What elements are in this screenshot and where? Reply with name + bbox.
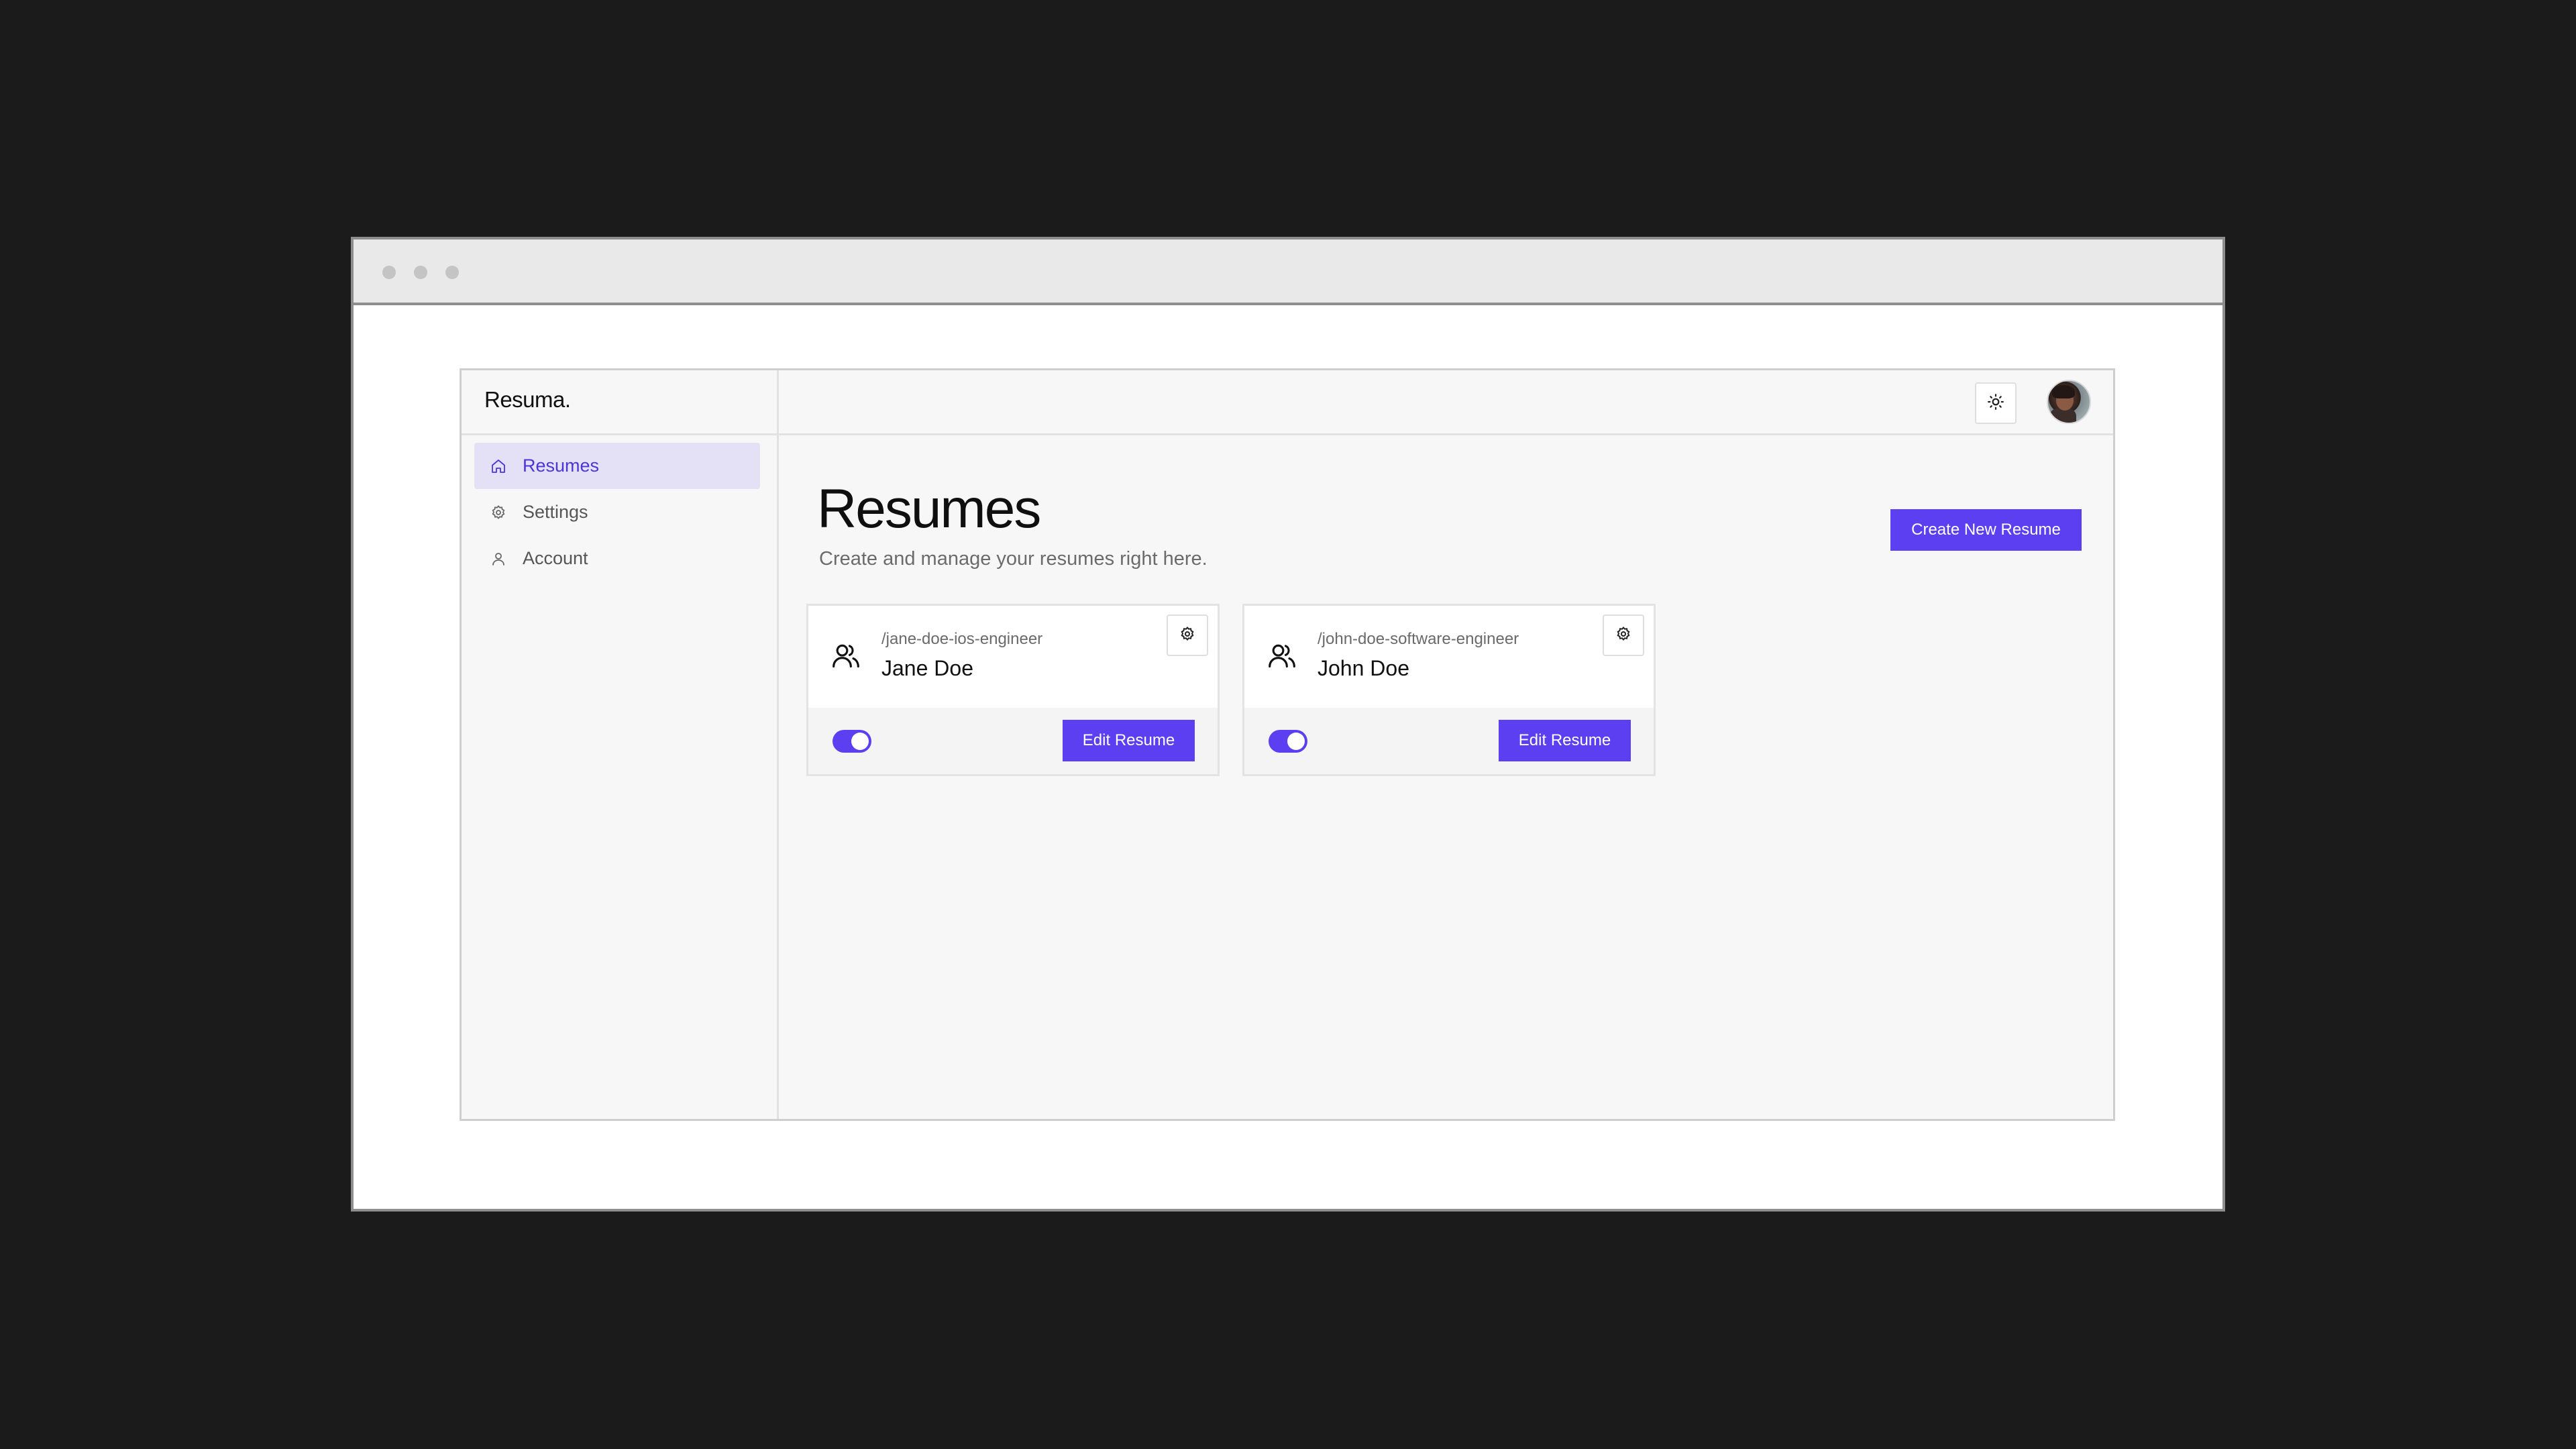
app-logo[interactable]: Resuma.	[484, 387, 571, 413]
users-icon	[1267, 641, 1297, 670]
sidebar-nav: Resumes Settings Account	[474, 443, 760, 582]
resume-slug[interactable]: /john-doe-software-engineer	[1318, 630, 1519, 649]
sidebar-item-label: Settings	[523, 502, 588, 522]
edit-resume-button[interactable]: Edit Resume	[1499, 720, 1631, 761]
resume-slug[interactable]: /jane-doe-ios-engineer	[881, 630, 1042, 649]
resume-card: /jane-doe-ios-engineer Jane Doe Edit Res…	[806, 604, 1220, 776]
resume-name: John Doe	[1318, 656, 1409, 680]
create-resume-button[interactable]: Create New Resume	[1890, 509, 2082, 551]
card-settings-button[interactable]	[1167, 614, 1208, 656]
sidebar: Resuma. Resumes Settings Account	[462, 370, 779, 1119]
card-settings-button[interactable]	[1603, 614, 1644, 656]
card-footer: Edit Resume	[808, 708, 1218, 774]
theme-toggle-button[interactable]	[1975, 382, 2017, 424]
page-title: Resumes	[817, 478, 1041, 539]
publish-toggle[interactable]	[1269, 730, 1307, 753]
sidebar-divider	[462, 433, 777, 435]
avatar[interactable]	[2047, 380, 2091, 424]
window-dot-maximize[interactable]	[445, 266, 459, 279]
sidebar-item-settings[interactable]: Settings	[474, 489, 760, 535]
gear-icon	[1615, 626, 1631, 645]
page-subtitle: Create and manage your resumes right her…	[819, 548, 1208, 570]
publish-toggle[interactable]	[833, 730, 871, 753]
browser-titlebar	[354, 239, 2222, 305]
app-frame: Resuma. Resumes Settings Account Resumes…	[460, 368, 2115, 1121]
card-header: /john-doe-software-engineer John Doe	[1244, 606, 1654, 710]
card-header: /jane-doe-ios-engineer Jane Doe	[808, 606, 1218, 710]
user-icon	[489, 549, 508, 568]
toggle-knob	[1287, 733, 1305, 750]
edit-resume-button[interactable]: Edit Resume	[1063, 720, 1195, 761]
sidebar-item-label: Account	[523, 548, 588, 568]
sidebar-item-account[interactable]: Account	[474, 535, 760, 582]
home-icon	[489, 457, 508, 476]
toggle-knob	[851, 733, 869, 750]
card-footer: Edit Resume	[1244, 708, 1654, 774]
resume-card: /john-doe-software-engineer John Doe Edi…	[1242, 604, 1656, 776]
window-dot-minimize[interactable]	[414, 266, 427, 279]
gear-icon	[1179, 626, 1195, 645]
sun-icon	[1987, 393, 2004, 414]
gear-icon	[489, 503, 508, 522]
window-dot-close[interactable]	[382, 266, 396, 279]
sidebar-item-label: Resumes	[523, 455, 600, 476]
browser-window: Resuma. Resumes Settings Account Resumes…	[351, 237, 2225, 1212]
sidebar-item-resumes[interactable]: Resumes	[474, 443, 760, 489]
top-header	[779, 370, 2113, 435]
resume-name: Jane Doe	[881, 656, 973, 680]
users-icon	[831, 641, 861, 670]
